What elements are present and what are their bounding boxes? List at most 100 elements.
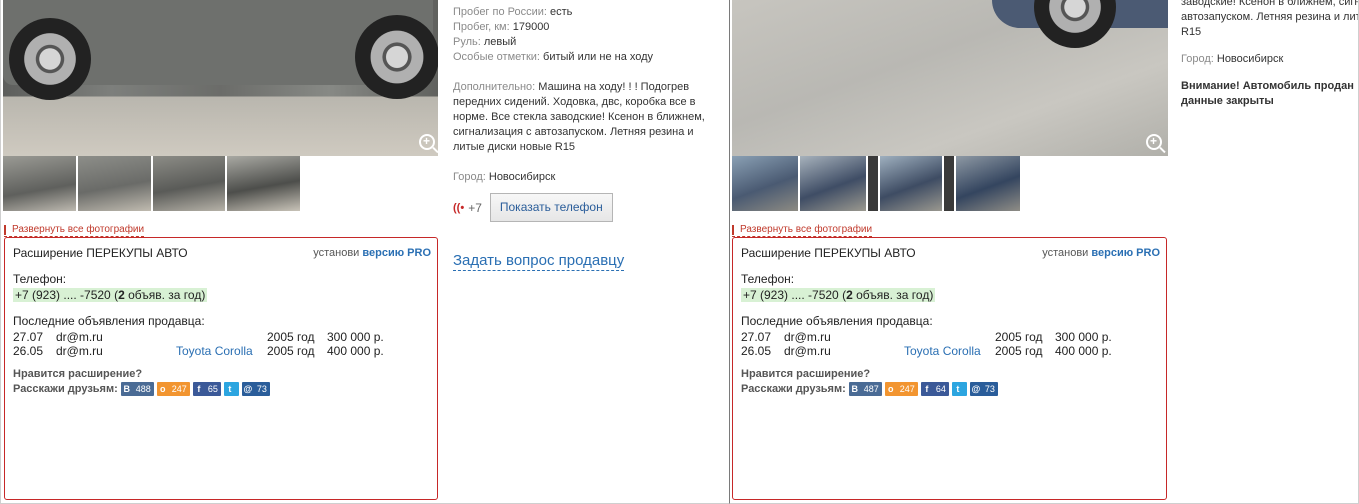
thumbnail[interactable] (956, 156, 1020, 211)
main-car-photo[interactable] (732, 0, 1168, 156)
ad-email: dr@m.ru (56, 330, 103, 344)
share-label: Расскажи друзьям: (13, 383, 118, 395)
share-label: Расскажи друзьям: (741, 383, 846, 395)
description-text: заводские! Ксенон в ближнем, сигн автоза… (1181, 0, 1359, 38)
fb-count: 65 (207, 384, 218, 394)
phone-count-open: ( (838, 288, 847, 302)
twitter-share-button[interactable]: t (951, 382, 967, 396)
phone-label: Телефон: (13, 272, 67, 286)
thumbnail[interactable] (880, 156, 942, 211)
vk-share-button[interactable]: В 487 (848, 382, 882, 396)
seller-phone: +7 (923) .... -7520 (2 объяв. за год) (13, 288, 208, 302)
ask-seller-link[interactable]: Задать вопрос продавцу (453, 252, 625, 271)
fb-share-button[interactable]: f 65 (192, 382, 221, 396)
ad-year: 2005 год (995, 330, 1043, 344)
zoom-icon[interactable] (419, 134, 435, 150)
car-wheel (9, 18, 91, 100)
photo-thumbnails (732, 156, 1020, 211)
seller-phone: +7 (923) .... -7520 (2 объяв. за год) (741, 288, 936, 302)
city-row: Город: Новосибирск (453, 170, 721, 185)
mailru-share-button[interactable]: @73 (241, 382, 270, 396)
vk-count: 488 (135, 384, 151, 394)
mailru-share-button[interactable]: @73 (969, 382, 998, 396)
vk-count: 487 (863, 384, 879, 394)
spec-value: есть (550, 6, 573, 18)
like-question: Нравится расширение? (741, 368, 871, 380)
thumbnail[interactable] (78, 156, 151, 211)
city-value: Новосибирск (488, 171, 556, 183)
expand-photos-link[interactable]: Развернуть все фотографии (732, 224, 873, 237)
main-car-photo[interactable] (3, 0, 438, 156)
phone-count-open: ( (110, 288, 119, 302)
ad-date: 26.05 (13, 344, 44, 358)
spec-row: Пробег по России: есть (453, 5, 721, 20)
pro-version-link[interactable]: версию PRO (1091, 247, 1160, 259)
phone-count-text: объяв. за год) (852, 288, 934, 302)
ad-year: 2005 год (267, 344, 315, 358)
show-phone-button[interactable]: Показать телефон (489, 193, 613, 222)
ad-model[interactable]: Toyota Corolla (176, 344, 267, 358)
thumbnail[interactable] (3, 156, 76, 211)
spec-key: Пробег, км: (453, 21, 510, 33)
mailru-icon: @ (971, 384, 981, 394)
ad-model[interactable] (176, 330, 267, 344)
share-row: Расскажи друзьям: В 488 о 247 f 65 t @73 (13, 382, 429, 396)
city-value: Новосибирск (1216, 53, 1284, 65)
phone-prefix: +7 (468, 200, 482, 215)
spec-row: Пробег, км: 179000 (453, 20, 721, 35)
sold-warning: Внимание! Автомобиль продан данные закры… (1181, 80, 1354, 107)
spec-key: Особые отметки: (453, 51, 540, 63)
ok-icon: о (160, 384, 166, 394)
car-specs: Пробег по России: есть Пробег, км: 17900… (453, 5, 721, 185)
ad-year: 2005 год (267, 330, 315, 344)
install-pro: установи версию PRO (313, 247, 431, 259)
thumbnail[interactable] (800, 156, 866, 211)
photo-thumbnails (3, 156, 300, 211)
thumbnail[interactable] (732, 156, 798, 211)
vk-share-button[interactable]: В 488 (120, 382, 154, 396)
ad-date: 27.07 (741, 330, 772, 344)
car-wheel (1034, 0, 1116, 48)
pro-version-link[interactable]: версию PRO (362, 247, 431, 259)
thumbnail[interactable] (227, 156, 300, 211)
ok-share-button[interactable]: о 247 (156, 382, 190, 396)
phone-count: 2 (846, 288, 853, 302)
ad-price: 300 000 р. (1055, 330, 1112, 344)
phone-value: +7 (923) .... -7520 (743, 288, 839, 302)
like-question: Нравится расширение? (13, 368, 143, 380)
additional-label: Дополнительно: (453, 81, 536, 93)
thumbnail-separator (868, 156, 878, 211)
spec-row: Особые отметки: битый или не на ходу (453, 50, 721, 65)
twitter-icon: t (956, 384, 960, 394)
spec-value: битый или не на ходу (543, 51, 654, 63)
fb-share-button[interactable]: f 64 (920, 382, 949, 396)
zoom-icon[interactable] (1146, 134, 1162, 150)
install-prefix: установи (313, 247, 360, 259)
fb-count: 64 (935, 384, 946, 394)
extension-box: Расширение ПЕРЕКУПЫ АВТО установи версию… (732, 237, 1167, 500)
install-pro: установи версию PRO (1042, 247, 1160, 259)
table-row: 26.05 dr@m.ru Toyota Corolla 2005 год 40… (741, 344, 1112, 358)
listing-panel-right: Развернуть все фотографии Расширение ПЕР… (729, 0, 1359, 504)
expand-photos-link[interactable]: Развернуть все фотографии (4, 224, 145, 237)
ok-share-button[interactable]: о 247 (884, 382, 918, 396)
ad-email: dr@m.ru (784, 344, 831, 358)
phone-count-text: объяв. за год) (124, 288, 206, 302)
listing-panel-left: Развернуть все фотографии Расширение ПЕР… (0, 0, 729, 504)
twitter-share-button[interactable]: t (223, 382, 239, 396)
ad-price: 300 000 р. (327, 330, 384, 344)
install-prefix: установи (1042, 247, 1089, 259)
spec-value: левый (483, 36, 517, 48)
ok-count: 247 (899, 384, 915, 394)
ad-model[interactable] (904, 330, 995, 344)
twitter-icon: t (228, 384, 232, 394)
mailru-count: 73 (256, 384, 267, 394)
facebook-icon: f (925, 384, 929, 394)
seller-ads-table: 27.07 dr@m.ru 2005 год 300 000 р. 26.05 … (13, 330, 384, 358)
ad-price: 400 000 р. (1055, 344, 1112, 358)
car-wheel (355, 15, 438, 99)
thumbnail[interactable] (153, 156, 225, 211)
spec-row: Руль: левый (453, 35, 721, 50)
spec-key: Руль: (453, 36, 481, 48)
ad-model[interactable]: Toyota Corolla (904, 344, 995, 358)
